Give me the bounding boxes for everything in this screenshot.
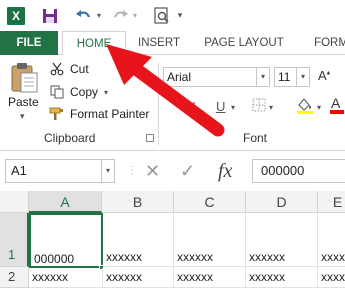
copy-icon: [48, 84, 66, 100]
column-header-c[interactable]: C: [174, 191, 246, 213]
tab-page-layout[interactable]: PAGE LAYOUT: [198, 31, 290, 55]
quick-access-toolbar: X ▾ ▾ ▾: [0, 0, 345, 31]
clipboard-group-label: Clipboard: [44, 131, 96, 145]
worksheet-grid: A B C D E 1 000000 xxxxxx xxxxxx xxxxxx …: [0, 191, 345, 288]
column-header-d[interactable]: D: [246, 191, 318, 213]
font-group-label: Font: [243, 131, 268, 145]
cell-a1[interactable]: 000000: [29, 213, 103, 268]
redo-icon[interactable]: [109, 5, 131, 27]
underline-icon[interactable]: U: [216, 99, 225, 114]
name-box-dropdown-icon[interactable]: ▾: [101, 160, 114, 182]
fill-color-icon[interactable]: [296, 96, 314, 117]
font-name-value: Arial: [167, 70, 192, 84]
copy-label: Copy: [70, 85, 99, 99]
paste-label[interactable]: Paste: [8, 95, 39, 109]
borders-icon[interactable]: [252, 98, 266, 115]
select-all-corner[interactable]: [0, 191, 29, 213]
cell-c2[interactable]: xxxxxx: [174, 267, 246, 288]
copy-button[interactable]: Copy ▾: [48, 84, 108, 100]
font-size-dropdown-icon[interactable]: ▾: [296, 68, 309, 86]
row-header-2[interactable]: 2: [0, 267, 29, 288]
cut-label: Cut: [70, 62, 89, 76]
name-box[interactable]: A1 ▾: [5, 159, 115, 183]
scissors-icon: [48, 61, 66, 77]
format-painter-label: Format Painter: [70, 107, 150, 121]
undo-dropdown-icon[interactable]: ▾: [95, 5, 103, 27]
format-painter-button[interactable]: Format Painter: [48, 106, 149, 122]
borders-dropdown-icon[interactable]: ▾: [269, 103, 273, 112]
name-box-value: A1: [11, 163, 27, 178]
cell-b1[interactable]: xxxxxx: [103, 213, 174, 267]
undo-icon[interactable]: [73, 5, 95, 27]
paste-button[interactable]: [8, 61, 42, 96]
svg-text:A: A: [331, 95, 341, 111]
format-painter-icon: [48, 106, 66, 122]
insert-function-icon[interactable]: fx: [218, 159, 232, 183]
cell-c1[interactable]: xxxxxx: [174, 213, 246, 267]
column-header-a[interactable]: A: [29, 191, 102, 213]
cell-b2[interactable]: xxxxxx: [103, 267, 174, 288]
excel-app-icon: X: [5, 5, 27, 27]
underline-dropdown-icon[interactable]: ▾: [231, 103, 235, 112]
tab-insert[interactable]: INSERT: [134, 31, 184, 55]
italic-icon[interactable]: I: [191, 99, 195, 115]
font-color-icon[interactable]: A: [330, 95, 344, 117]
fill-color-dropdown-icon[interactable]: ▾: [317, 103, 321, 112]
cancel-icon[interactable]: ✕: [145, 159, 160, 183]
save-icon[interactable]: [39, 5, 61, 27]
tab-file[interactable]: FILE: [0, 31, 58, 55]
formula-bar: A1 ▾ ⋮ ✕ ✓ fx 000000: [0, 151, 345, 191]
formula-input[interactable]: 000000: [252, 159, 345, 183]
row-header-1[interactable]: 1: [0, 213, 29, 267]
print-preview-icon[interactable]: [151, 5, 173, 27]
cell-e1[interactable]: xxxxxx: [318, 213, 345, 267]
paste-dropdown-icon[interactable]: ▾: [20, 111, 25, 122]
tab-home[interactable]: HOME: [62, 31, 126, 56]
redo-dropdown-icon[interactable]: ▾: [131, 5, 139, 27]
font-name-select[interactable]: Arial ▾: [163, 67, 270, 87]
ribbon-tabs: FILE HOME INSERT PAGE LAYOUT FORM: [0, 31, 345, 56]
paste-icon: [11, 63, 38, 93]
group-separator: [158, 63, 159, 145]
cut-button[interactable]: Cut: [48, 61, 89, 77]
column-header-e[interactable]: E: [318, 191, 345, 213]
cell-a2[interactable]: xxxxxx: [29, 268, 103, 288]
ribbon-home: Paste ▾ Cut Copy ▾ Format Painter Clipbo…: [0, 55, 345, 151]
formula-bar-splitter-icon[interactable]: ⋮: [127, 159, 137, 183]
enter-icon[interactable]: ✓: [180, 159, 195, 183]
cell-d1[interactable]: xxxxxx: [246, 213, 318, 267]
cell-d2[interactable]: xxxxxx: [246, 267, 318, 288]
column-header-b[interactable]: B: [102, 191, 174, 213]
font-size-value: 11: [278, 70, 291, 84]
copy-dropdown-icon[interactable]: ▾: [104, 88, 108, 97]
tab-formulas[interactable]: FORM: [306, 31, 345, 55]
cell-e2[interactable]: xxxxxx: [318, 267, 345, 288]
font-name-dropdown-icon[interactable]: ▾: [256, 68, 269, 86]
increase-font-size-icon[interactable]: A▴: [318, 68, 330, 83]
qat-customize-icon[interactable]: ▾: [175, 5, 185, 27]
clipboard-dialog-launcher-icon[interactable]: [146, 134, 154, 142]
font-size-select[interactable]: 11 ▾: [274, 67, 310, 87]
